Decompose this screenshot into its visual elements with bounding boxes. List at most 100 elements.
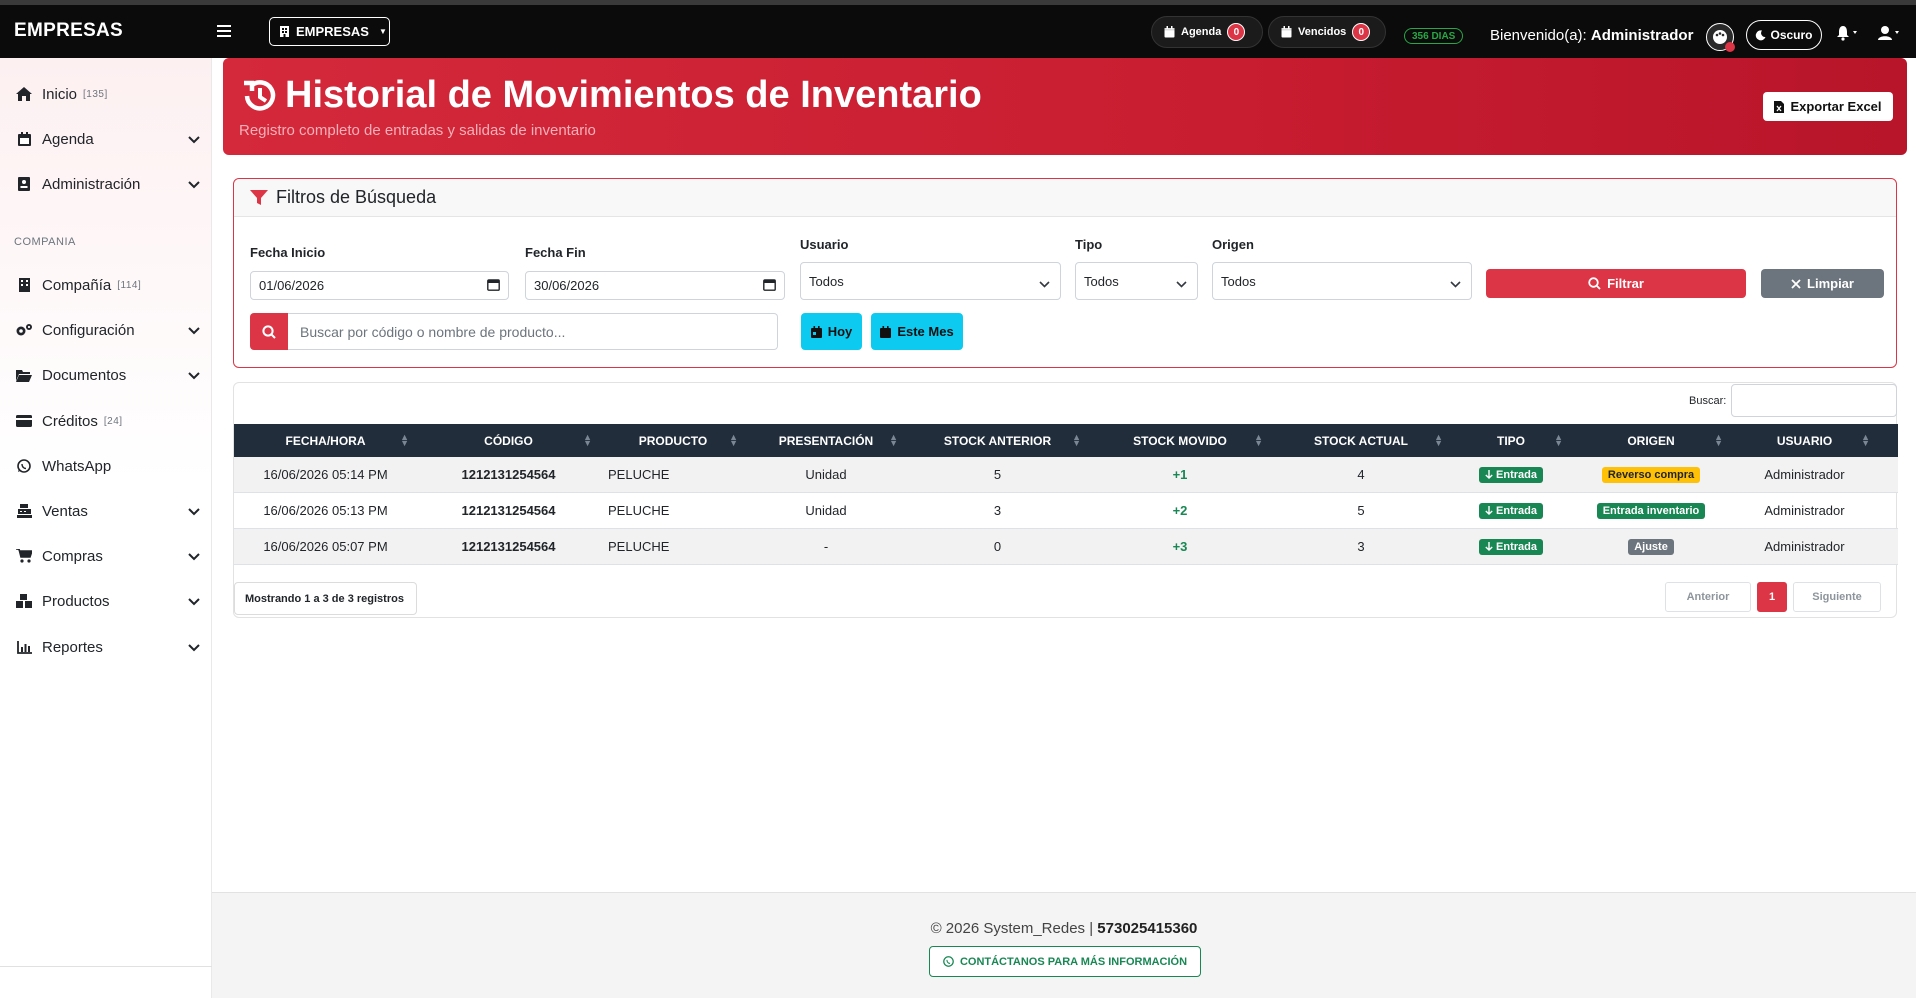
chevron-down-icon: [188, 639, 200, 656]
column-header-stock-anterior[interactable]: STOCK ANTERIOR ▲ ▼: [906, 424, 1089, 457]
column-header-tipo[interactable]: TIPO ▲ ▼: [1451, 424, 1571, 457]
chevron-down-icon: [188, 503, 200, 520]
vencidos-pill[interactable]: Vencidos 0: [1268, 16, 1386, 48]
menu-toggle-icon[interactable]: [217, 25, 231, 37]
close-icon: [1791, 278, 1801, 289]
sidebar-item-agenda[interactable]: Agenda: [14, 127, 200, 151]
footer: © 2026 System_Redes | 573025415360 CONTÁ…: [212, 892, 1916, 998]
contact-button[interactable]: CONTÁCTANOS PARA MÁS INFORMACIÓN: [929, 946, 1201, 977]
column-header-label: FECHA/HORA: [285, 433, 366, 448]
dark-mode-toggle[interactable]: Oscuro: [1746, 20, 1822, 50]
footer-copyright-text: © 2026 System_Redes |: [930, 920, 1094, 937]
tipo-badge: Entrada: [1479, 466, 1543, 483]
theme-palette-button[interactable]: [1706, 23, 1735, 52]
dark-mode-label: Oscuro: [1770, 28, 1813, 42]
chevron-down-icon: [188, 548, 200, 565]
origen-select[interactable]: Todos: [1212, 262, 1472, 300]
table-row[interactable]: 16/06/2026 05:14 PM 1212131254564 PELUCH…: [234, 457, 1898, 493]
table-row[interactable]: 16/06/2026 05:13 PM 1212131254564 PELUCH…: [234, 493, 1898, 529]
filters-title: Filtros de Búsqueda: [276, 187, 437, 207]
sidebar-item-compras[interactable]: Compras: [14, 544, 200, 568]
sidebar-item-label: Administración: [42, 175, 141, 193]
sidebar-item-ventas[interactable]: Ventas: [14, 499, 200, 523]
cell-usuario: Administrador: [1764, 503, 1845, 518]
tipo-select[interactable]: Todos: [1075, 262, 1198, 300]
search-icon: [262, 324, 276, 339]
column-header-stock-actual[interactable]: STOCK ACTUAL ▲ ▼: [1271, 424, 1451, 457]
count-badge: [24]: [103, 415, 123, 427]
column-header-usuario[interactable]: USUARIO ▲ ▼: [1731, 424, 1878, 457]
cell-fecha: 16/06/2026 05:13 PM: [263, 503, 388, 518]
calendar-day-icon: [810, 325, 822, 338]
filter-button[interactable]: Filtrar: [1486, 269, 1746, 298]
fecha-inicio-label: Fecha Inicio: [250, 245, 326, 260]
sort-icon: ▲ ▼: [1861, 432, 1870, 448]
cell-origen: Entrada inventario: [1571, 493, 1731, 528]
sidebar-item-label: WhatsApp: [42, 457, 112, 475]
arrow-down-icon: [1485, 470, 1493, 479]
company-dropdown[interactable]: EMPRESAS ▼: [269, 17, 390, 46]
pagination-page[interactable]: 1: [1757, 582, 1787, 612]
calendar-icon: [1164, 26, 1175, 38]
usuario-select[interactable]: Todos: [800, 262, 1061, 300]
sidebar-item-label: Agenda: [42, 130, 94, 148]
sidebar-item-reportes[interactable]: Reportes: [14, 635, 200, 659]
footer-phone[interactable]: 573025415360: [1097, 920, 1197, 937]
sidebar-item-productos[interactable]: Productos: [14, 589, 200, 613]
footer-copyright: © 2026 System_Redes | 573025415360: [212, 920, 1916, 937]
brand-logo[interactable]: EMPRESAS: [14, 20, 123, 42]
sidebar-item-label: Compras: [42, 547, 103, 565]
sidebar-item-creditos[interactable]: Créditos [24]: [14, 409, 200, 433]
cell-codigo: 1212131254564: [461, 503, 556, 518]
sidebar-item-documentos[interactable]: Documentos: [14, 363, 200, 387]
movements-table-card: Buscar: FECHA/HORA ▲ ▼ CÓDIGO ▲ ▼ PRODUCTO ▲ ▼…: [233, 382, 1898, 618]
column-header-codigo[interactable]: CÓDIGO ▲ ▼: [417, 424, 600, 457]
fecha-inicio-input[interactable]: 01/06/2026: [250, 271, 509, 300]
cell-usuario: Administrador: [1764, 467, 1845, 482]
clear-button[interactable]: Limpiar: [1761, 269, 1884, 298]
home-icon: [14, 87, 34, 101]
count-badge: [114]: [117, 279, 142, 291]
export-excel-button[interactable]: Exportar Excel: [1763, 92, 1893, 121]
column-header-label: PRESENTACIÓN: [778, 433, 874, 448]
vencidos-label: Vencidos: [1298, 26, 1347, 38]
tipo-badge-label: Entrada: [1496, 504, 1537, 517]
sidebar-item-whatsapp[interactable]: WhatsApp: [14, 454, 200, 478]
fecha-fin-input[interactable]: 30/06/2026: [525, 271, 785, 300]
cell-stock-actual: 4: [1357, 467, 1365, 482]
agenda-pill[interactable]: Agenda 0: [1151, 16, 1263, 48]
product-search-button[interactable]: [250, 313, 288, 350]
table-header: FECHA/HORA ▲ ▼ CÓDIGO ▲ ▼ PRODUCTO ▲ ▼ PRESENT…: [234, 424, 1898, 457]
cell-stock-anterior: 0: [993, 539, 1002, 554]
user-menu-button[interactable]: [1878, 25, 1902, 44]
tipo-badge-label: Entrada: [1496, 468, 1537, 481]
column-header-origen[interactable]: ORIGEN ▲ ▼: [1571, 424, 1731, 457]
sidebar-item-label: Inicio: [42, 85, 78, 103]
column-header-fecha[interactable]: FECHA/HORA ▲ ▼: [234, 424, 417, 457]
tipo-badge-label: Entrada: [1496, 540, 1537, 553]
welcome-text: Bienvenido(a): Administrador: [1490, 27, 1693, 44]
filters-card: Filtros de Búsqueda Fecha Inicio 01/06/2…: [233, 178, 1897, 368]
pagination-next[interactable]: Siguiente: [1793, 582, 1881, 612]
notifications-button[interactable]: [1836, 25, 1860, 44]
sort-icon: ▲ ▼: [1434, 432, 1443, 448]
table-row[interactable]: 16/06/2026 05:07 PM 1212131254564 PELUCH…: [234, 529, 1898, 565]
column-header-presentacion[interactable]: PRESENTACIÓN ▲ ▼: [746, 424, 906, 457]
calendar-icon: [1281, 26, 1292, 38]
pagination-prev[interactable]: Anterior: [1665, 582, 1751, 612]
this-month-button[interactable]: Este Mes: [871, 313, 963, 350]
sidebar-item-inicio[interactable]: Inicio [135]: [14, 82, 200, 106]
building-icon: [14, 278, 34, 292]
column-header-label: PRODUCTO: [638, 433, 708, 448]
today-button[interactable]: Hoy: [801, 313, 862, 350]
sidebar-item-configuracion[interactable]: Configuración: [14, 318, 200, 342]
sidebar-item-administracion[interactable]: Administración: [14, 172, 200, 196]
sidebar-item-compania[interactable]: Compañía [114]: [14, 273, 200, 297]
column-header-stock-movido[interactable]: STOCK MOVIDO ▲ ▼: [1089, 424, 1271, 457]
chevron-down-icon: [188, 176, 200, 193]
column-header-producto[interactable]: PRODUCTO ▲ ▼: [600, 424, 746, 457]
welcome-prefix: Bienvenido(a):: [1490, 27, 1587, 44]
table-search-input[interactable]: [1731, 384, 1897, 417]
vencidos-count-badge: 0: [1352, 23, 1371, 41]
product-search-input[interactable]: Buscar por código o nombre de producto..…: [288, 313, 778, 350]
